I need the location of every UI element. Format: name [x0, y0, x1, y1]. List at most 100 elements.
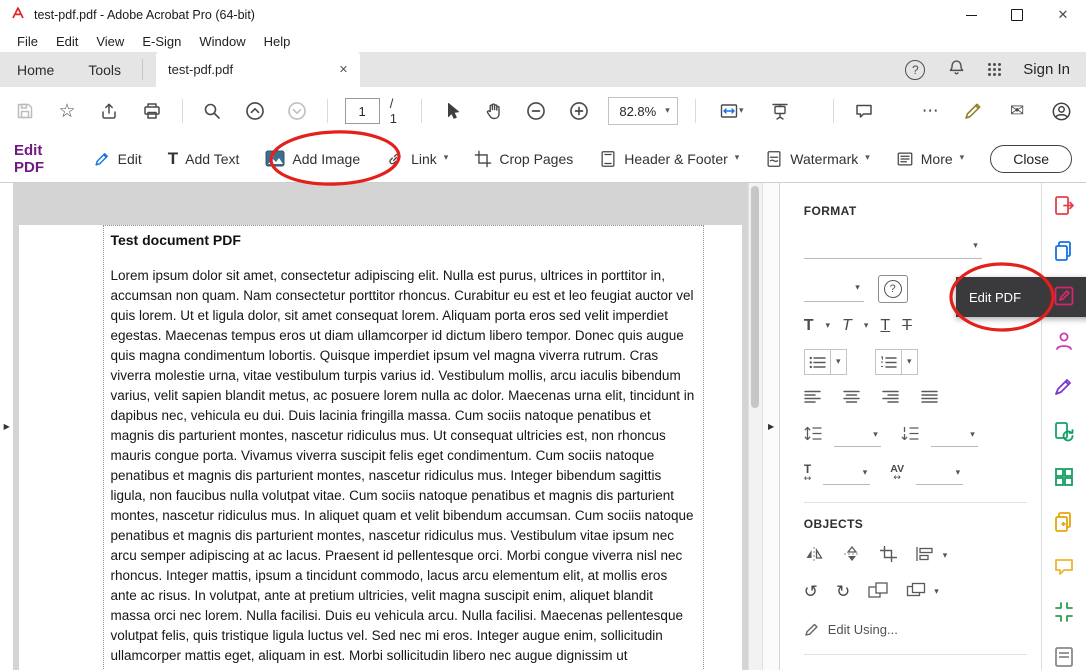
prepare-form-icon[interactable] [1051, 645, 1077, 670]
save-button[interactable] [12, 98, 37, 124]
chevron-down-icon: ▾ [831, 358, 846, 367]
line-spacing-select[interactable]: ▾ [834, 424, 881, 447]
menu-help[interactable]: Help [255, 34, 300, 49]
more-button[interactable]: More ▾ [896, 150, 964, 168]
sign-in-button[interactable]: Sign In [1023, 61, 1070, 78]
previous-page-button[interactable] [242, 98, 267, 124]
horizontal-scale-select[interactable]: ▾ [823, 462, 870, 485]
account-avatar-button[interactable] [1048, 98, 1074, 124]
menu-bar: File Edit View E-Sign Window Help [0, 30, 1086, 52]
paragraph-spacing-select[interactable]: ▾ [931, 424, 978, 447]
menu-view[interactable]: View [87, 34, 133, 49]
link-button[interactable]: Link ▾ [386, 150, 448, 168]
print-button[interactable] [139, 98, 164, 124]
numbered-list-button[interactable]: ▾ [875, 349, 918, 375]
align-objects-button[interactable] [915, 546, 935, 567]
maximize-button[interactable] [994, 0, 1040, 30]
fill-sign-pen-button[interactable] [960, 98, 986, 124]
minimize-button[interactable] [948, 0, 994, 30]
tab-document[interactable]: test-pdf.pdf ✕ [156, 52, 360, 87]
watermark-button[interactable]: Watermark ▾ [765, 150, 869, 168]
chevron-down-icon: ▾ [973, 242, 978, 251]
arrange-objects-button[interactable] [906, 582, 926, 603]
edit-pdf-icon[interactable] [1051, 283, 1077, 308]
editable-text-block[interactable]: Test document PDF Lorem ipsum dolor sit … [103, 225, 704, 670]
chevron-down-icon: ▾ [934, 588, 939, 597]
export-pdf-icon[interactable] [1051, 193, 1077, 218]
window-title: test-pdf.pdf - Adobe Acrobat Pro (64-bit… [34, 8, 255, 22]
help-icon[interactable]: ? [905, 60, 925, 80]
header-footer-button[interactable]: Header & Footer ▾ [599, 150, 739, 168]
align-left-button[interactable] [804, 390, 821, 409]
compress-pdf-icon[interactable] [1051, 600, 1077, 625]
left-panel-expander[interactable]: ▶ [0, 183, 13, 670]
rotate-counterclockwise-button[interactable]: ↺ [804, 584, 818, 601]
next-page-button[interactable] [284, 98, 309, 124]
zoom-out-button[interactable] [524, 98, 549, 124]
format-help-button[interactable]: ? [878, 275, 908, 303]
close-edit-pdf-button[interactable]: Close [990, 145, 1072, 173]
crop-object-button[interactable] [880, 546, 897, 567]
pdf-page[interactable]: Test document PDF Lorem ipsum dolor sit … [19, 225, 741, 670]
chevron-down-icon: ▾ [863, 469, 868, 478]
page-number-input[interactable]: 1 [345, 98, 380, 124]
tabbar-right-cluster: ? Sign In [905, 52, 1086, 87]
title-bar: test-pdf.pdf - Adobe Acrobat Pro (64-bit… [0, 0, 1086, 30]
tab-tools[interactable]: Tools [71, 52, 138, 87]
comment-button[interactable] [851, 98, 876, 124]
edit-tool-button[interactable]: Edit [93, 150, 142, 168]
menu-window[interactable]: Window [190, 34, 254, 49]
star-favorite-button[interactable]: ☆ [54, 98, 79, 124]
share-button[interactable] [97, 98, 122, 124]
menu-esign[interactable]: E-Sign [133, 34, 190, 49]
zoom-in-button[interactable] [566, 98, 591, 124]
flip-horizontal-button[interactable] [804, 546, 824, 567]
align-justify-button[interactable] [921, 390, 938, 409]
replace-image-button[interactable] [868, 582, 888, 603]
edit-using-button[interactable]: Edit Using... [804, 621, 1027, 637]
scan-ocr-icon[interactable] [1051, 419, 1077, 444]
menu-file[interactable]: File [8, 34, 47, 49]
strikethrough-button[interactable]: T [902, 318, 912, 334]
add-text-button[interactable]: T Add Text [168, 150, 240, 167]
notifications-bell-icon[interactable] [947, 58, 966, 82]
flip-vertical-button[interactable] [842, 546, 862, 567]
bulleted-list-button[interactable]: ▾ [804, 349, 847, 375]
vertical-scrollbar[interactable] [748, 183, 763, 670]
search-button[interactable] [199, 98, 224, 124]
send-email-button[interactable]: ✉ [1004, 98, 1030, 124]
align-center-button[interactable] [843, 390, 860, 409]
tab-close-icon[interactable]: ✕ [339, 63, 348, 76]
request-esignatures-icon[interactable] [1051, 329, 1077, 354]
bold-button[interactable]: T [804, 318, 814, 334]
character-spacing-select[interactable]: ▾ [916, 462, 963, 485]
underline-button[interactable]: T [880, 318, 890, 334]
font-family-select[interactable]: ▾ [804, 234, 982, 259]
document-area[interactable]: Test document PDF Lorem ipsum dolor sit … [13, 183, 747, 670]
scrollbar-thumb[interactable] [751, 186, 759, 408]
combine-files-icon[interactable] [1051, 509, 1077, 534]
organize-pages-icon[interactable] [1051, 464, 1077, 489]
italic-button[interactable]: T [842, 318, 852, 334]
header-footer-icon [599, 150, 617, 168]
zoom-level-select[interactable]: 82.8% ▾ [608, 97, 677, 125]
right-panel-expander[interactable]: ▶ [763, 183, 778, 670]
rotate-clockwise-button[interactable]: ↻ [836, 584, 850, 601]
comment-tool-icon[interactable] [1051, 555, 1077, 580]
menu-edit[interactable]: Edit [47, 34, 87, 49]
close-window-button[interactable]: ✕ [1040, 0, 1086, 30]
font-size-select[interactable]: ▾ [804, 277, 864, 302]
tab-home[interactable]: Home [0, 52, 71, 87]
select-tool-button[interactable] [439, 98, 464, 124]
align-right-button[interactable] [882, 390, 899, 409]
create-pdf-icon[interactable] [1051, 238, 1077, 263]
presentation-mode-button[interactable] [767, 98, 792, 124]
more-tools-button[interactable]: ⋯ [918, 98, 943, 124]
hand-tool-button[interactable] [481, 98, 506, 124]
app-grid-icon[interactable] [988, 63, 1001, 76]
page-display-button[interactable]: ▾ [713, 98, 750, 124]
add-image-button[interactable]: Add Image [265, 150, 360, 167]
fill-and-sign-icon[interactable] [1051, 374, 1077, 399]
crop-pages-button[interactable]: Crop Pages [474, 150, 573, 168]
edit-pdf-toolbar: Edit PDF Edit T Add Text Add Image Link … [0, 135, 1086, 183]
